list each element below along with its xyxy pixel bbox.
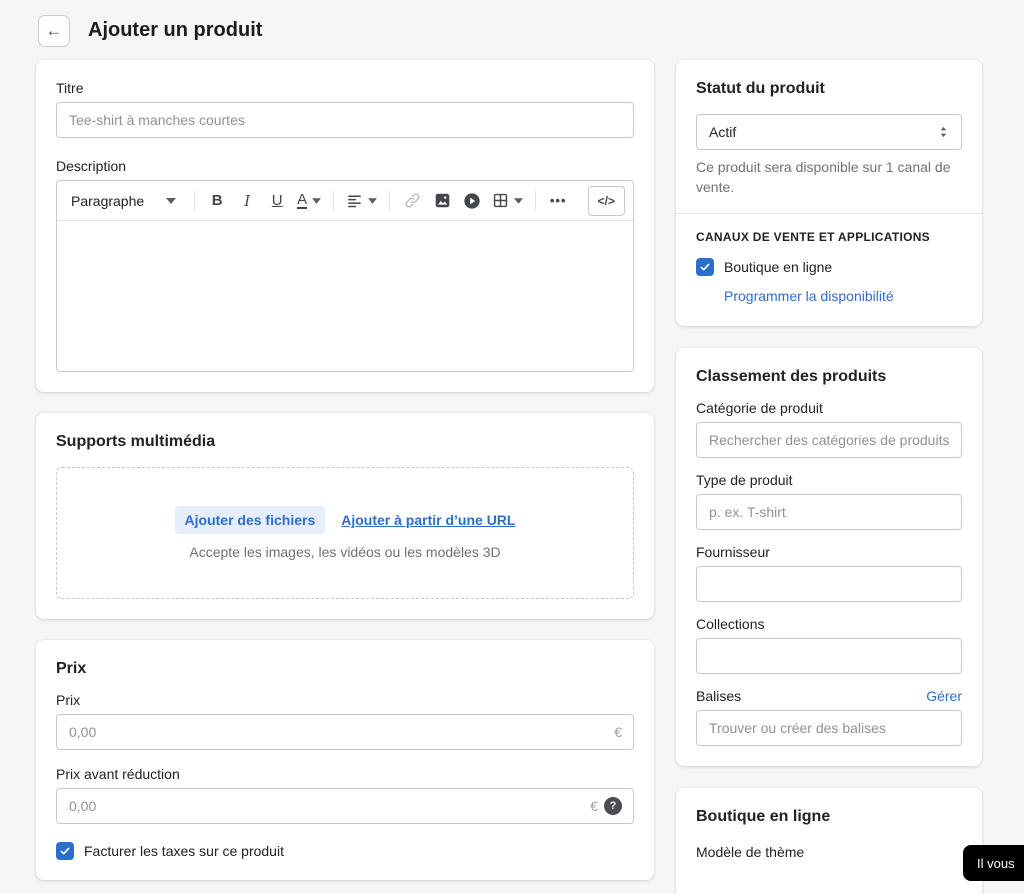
more-options-button[interactable]: •••: [544, 186, 572, 216]
ellipsis-icon: •••: [549, 193, 567, 208]
underline-icon: U: [271, 192, 283, 209]
sales-channels-heading: CANAUX DE VENTE ET APPLICATIONS: [696, 230, 930, 245]
table-icon: [494, 193, 508, 208]
checkmark-icon: [60, 847, 70, 855]
title-input[interactable]: [56, 102, 634, 138]
description-label: Description: [56, 158, 127, 174]
underline-button[interactable]: U: [263, 186, 291, 216]
organization-card: Classement des produits Catégorie de pro…: [676, 348, 982, 767]
compare-at-price-label: Prix avant réduction: [56, 766, 180, 782]
online-store-channel-checkbox[interactable]: [696, 258, 714, 277]
updown-arrows-icon: [940, 126, 947, 138]
text-color-button[interactable]: A: [293, 186, 325, 216]
insert-table-dropdown[interactable]: [488, 186, 527, 216]
compare-at-price-input[interactable]: [56, 788, 634, 824]
product-category-input[interactable]: [696, 422, 962, 459]
page-title: Ajouter un produit: [88, 19, 263, 41]
checkmark-icon: [700, 263, 710, 271]
pricing-card-title: Prix: [56, 660, 87, 677]
bold-icon: B: [211, 192, 223, 209]
right-column: Statut du produit Actif Ce produit sera …: [676, 60, 982, 894]
back-arrow-icon: ←: [45, 21, 63, 40]
status-select-value: Actif: [709, 124, 737, 140]
collections-input[interactable]: [696, 638, 962, 675]
tooltip-text: Il vous: [977, 855, 1015, 871]
tags-input[interactable]: [696, 710, 962, 747]
chevron-down-icon: [166, 197, 177, 204]
back-button[interactable]: ←: [38, 14, 70, 47]
add-from-url-link[interactable]: Ajouter à partir d’une URL: [341, 512, 515, 528]
italic-button[interactable]: I: [233, 186, 261, 216]
toolbar-divider: [535, 190, 537, 211]
insert-link-button[interactable]: [398, 186, 426, 216]
editor-toolbar: Paragraphe B I U A ••• </>: [57, 181, 633, 221]
alignment-dropdown[interactable]: [342, 186, 381, 216]
title-label: Titre: [56, 80, 84, 96]
insert-video-button[interactable]: [458, 186, 486, 216]
code-icon: </>: [597, 193, 615, 208]
help-icon[interactable]: ?: [604, 797, 622, 815]
pricing-card: Prix Prix € Prix avant réduction: [36, 640, 654, 880]
video-play-icon: [464, 192, 480, 209]
status-select[interactable]: Actif: [696, 114, 962, 150]
currency-symbol: €: [590, 798, 598, 814]
left-column: Titre Description Paragraphe: [36, 60, 654, 880]
description-editor: Paragraphe B I U A ••• </>: [56, 180, 634, 372]
chevron-down-icon: [368, 197, 378, 204]
schedule-availability-link[interactable]: Programmer la disponibilité: [724, 288, 894, 304]
show-html-button[interactable]: </>: [587, 185, 625, 216]
charge-tax-checkbox[interactable]: [56, 842, 74, 860]
collections-label: Collections: [696, 616, 765, 633]
chevron-down-icon: [514, 197, 524, 204]
vendor-label: Fournisseur: [696, 544, 770, 561]
media-card-title: Supports multimédia: [56, 433, 216, 450]
toolbar-divider: [389, 190, 391, 211]
charge-tax-label: Facturer les taxes sur ce produit: [84, 843, 284, 859]
card-divider: [676, 213, 982, 215]
tooltip: Il vous: [963, 845, 1024, 881]
media-card: Supports multimédia Ajouter des fichiers…: [36, 413, 654, 619]
price-input[interactable]: [56, 714, 634, 750]
media-dropzone[interactable]: Ajouter des fichiers Ajouter à partir d’…: [56, 467, 634, 599]
align-left-icon: [348, 194, 362, 207]
product-category-label: Catégorie de produit: [696, 400, 823, 417]
product-type-label: Type de produit: [696, 472, 793, 489]
description-textarea[interactable]: [57, 221, 633, 371]
vendor-input[interactable]: [696, 566, 962, 603]
online-store-channel-label: Boutique en ligne: [724, 259, 833, 276]
insert-image-button[interactable]: [428, 186, 456, 216]
status-card-title: Statut du produit: [696, 80, 825, 97]
toolbar-divider: [333, 190, 335, 211]
add-product-page: ← Ajouter un produit Titre Description P…: [0, 0, 1024, 894]
main-content: Titre Description Paragraphe: [0, 52, 1024, 894]
product-type-input[interactable]: [696, 494, 962, 531]
status-helper-text: Ce produit sera disponible sur 1 canal d…: [696, 159, 951, 195]
page-header: ← Ajouter un produit: [0, 0, 1024, 52]
price-label: Prix: [56, 692, 81, 708]
tags-label: Balises: [696, 688, 742, 705]
bold-button[interactable]: B: [203, 186, 231, 216]
chevron-down-icon: [312, 197, 322, 204]
product-details-card: Titre Description Paragraphe: [36, 60, 654, 392]
text-color-icon: A: [297, 190, 308, 210]
italic-icon: I: [244, 191, 251, 210]
manage-tags-link[interactable]: Gérer: [926, 688, 962, 704]
add-files-button[interactable]: Ajouter des fichiers: [174, 506, 326, 534]
status-card: Statut du produit Actif Ce produit sera …: [676, 60, 982, 327]
organization-card-title: Classement des produits: [696, 368, 887, 386]
online-store-card-title: Boutique en ligne: [696, 808, 831, 826]
currency-symbol: €: [614, 724, 622, 740]
toolbar-divider: [194, 190, 196, 211]
theme-template-label: Modèle de thème: [696, 844, 805, 861]
media-hint: Accepte les images, les vidéos ou les mo…: [189, 544, 501, 560]
online-store-card: Boutique en ligne Modèle de thème: [676, 788, 982, 894]
paragraph-style-label: Paragraphe: [71, 192, 145, 209]
image-icon: [435, 193, 449, 208]
paragraph-style-dropdown[interactable]: Paragraphe: [61, 186, 186, 216]
link-icon: [405, 193, 420, 208]
